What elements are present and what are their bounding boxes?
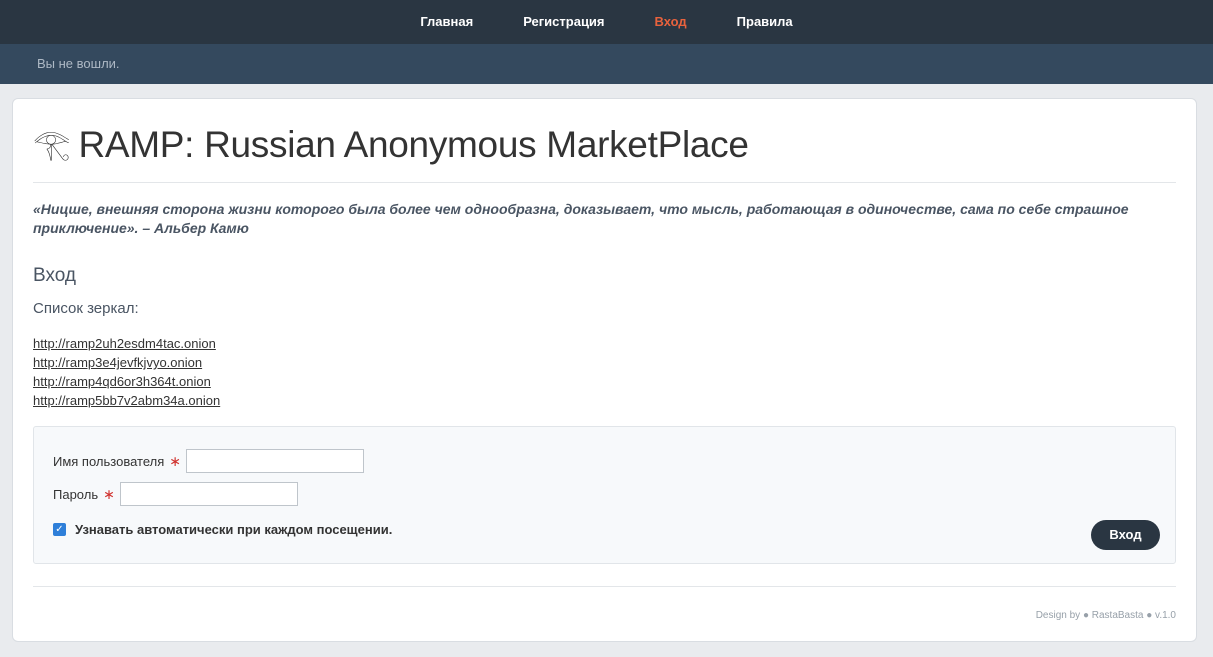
eye-of-horus-icon: 𓂀: [33, 128, 71, 161]
footer-divider: [33, 586, 1176, 587]
login-section-title: Вход: [33, 265, 76, 286]
page-title: RAMP: Russian Anonymous MarketPlace: [78, 124, 749, 165]
password-row: Пароль ∗: [53, 482, 298, 506]
nav-item-login[interactable]: Вход: [630, 0, 712, 44]
list-item: http://ramp5bb7v2abm34a.onion: [33, 391, 1176, 410]
username-row: Имя пользователя ∗: [53, 449, 364, 473]
mirror-link-2[interactable]: http://ramp3e4jevfkjvyo.onion: [33, 355, 202, 370]
list-item: http://ramp4qd6or3h364t.onion: [33, 372, 1176, 391]
mirror-list: http://ramp2uh2esdm4tac.onion http://ram…: [33, 334, 1176, 410]
login-status-text: Вы не вошли.: [37, 56, 120, 71]
username-label: Имя пользователя: [53, 453, 165, 469]
mirrors-label: Список зеркал:: [33, 300, 139, 317]
password-input[interactable]: [119, 482, 298, 506]
mirror-link-4[interactable]: http://ramp5bb7v2abm34a.onion: [33, 393, 220, 408]
nav-item-home[interactable]: Главная: [395, 0, 498, 44]
required-icon: ∗: [169, 452, 181, 469]
list-item: http://ramp2uh2esdm4tac.onion: [33, 334, 1176, 353]
quote-text: «Ницше, внешняя сторона жизни которого б…: [33, 201, 1129, 236]
login-status-bar: Вы не вошли.: [0, 44, 1213, 84]
nav-item-register[interactable]: Регистрация: [498, 0, 629, 44]
login-form: Имя пользователя ∗ Пароль ∗ ✓ Узнавать а…: [33, 426, 1176, 564]
required-icon: ∗: [103, 485, 115, 502]
main-card: 𓂀 RAMP: Russian Anonymous MarketPlace «Н…: [12, 98, 1197, 642]
top-navigation: Главная Регистрация Вход Правила: [0, 0, 1213, 44]
remember-me-label: Узнавать автоматически при каждом посеще…: [75, 522, 393, 537]
mirror-link-3[interactable]: http://ramp4qd6or3h364t.onion: [33, 374, 211, 389]
nav-item-rules[interactable]: Правила: [712, 0, 818, 44]
list-item: http://ramp3e4jevfkjvyo.onion: [33, 353, 1176, 372]
footer-credit: Design by ● RastaBasta ● v.1.0: [1035, 610, 1176, 621]
remember-me-checkbox[interactable]: ✓: [53, 523, 66, 536]
page-header: 𓂀 RAMP: Russian Anonymous MarketPlace: [33, 123, 1176, 167]
remember-me-row: ✓ Узнавать автоматически при каждом посе…: [53, 522, 392, 537]
username-input[interactable]: [186, 449, 364, 473]
mirror-link-1[interactable]: http://ramp2uh2esdm4tac.onion: [33, 336, 216, 351]
password-label: Пароль: [53, 486, 99, 502]
header-divider: [33, 182, 1176, 183]
login-button[interactable]: Вход: [1091, 520, 1160, 550]
